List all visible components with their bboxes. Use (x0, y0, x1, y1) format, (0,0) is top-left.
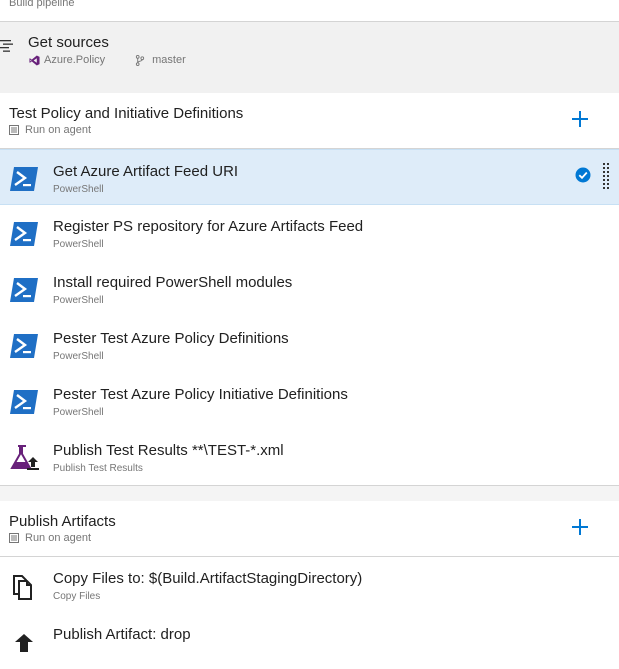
task-type: PowerShell (53, 351, 104, 362)
drag-handle-icon[interactable] (602, 162, 610, 192)
source-control-icon (0, 40, 13, 52)
copy-files-icon (13, 575, 32, 600)
get-sources-item[interactable]: Get sources Azure.Policy master (0, 21, 619, 93)
branch-name: master (152, 54, 186, 66)
powershell-icon (10, 334, 38, 358)
powershell-icon (10, 278, 38, 302)
powershell-icon (10, 390, 38, 414)
task-name: Install required PowerShell modules (53, 274, 293, 291)
phase-subtitle: Run on agent (25, 124, 92, 136)
get-sources-title: Get sources (28, 34, 109, 51)
task-pester-initiative-definitions[interactable]: Pester Test Azure Policy Initiative Defi… (0, 373, 619, 429)
pipeline-label: Build pipeline (9, 0, 75, 9)
task-register-ps-repository[interactable]: Register PS repository for Azure Artifac… (0, 205, 619, 261)
agent-icon (9, 125, 19, 135)
task-type: PowerShell (53, 239, 104, 250)
task-publish-artifact[interactable]: Publish Artifact: drop (0, 613, 619, 669)
phase-subtitle: Run on agent (25, 532, 92, 544)
phase-title: Test Policy and Initiative Definitions (9, 105, 244, 122)
repository-name: Azure.Policy (44, 54, 106, 66)
task-type: PowerShell (53, 295, 104, 306)
agent-icon (9, 533, 19, 543)
branch-icon (136, 54, 145, 66)
task-type: PowerShell (53, 407, 104, 418)
phase-publish-artifacts[interactable]: Publish Artifacts Run on agent (0, 501, 619, 556)
task-type: PowerShell (53, 184, 104, 195)
flask-upload-icon (10, 445, 39, 470)
task-install-powershell-modules[interactable]: Install required PowerShell modules Powe… (0, 261, 619, 317)
task-type: Publish Test Results (53, 463, 143, 474)
phase-title: Publish Artifacts (9, 513, 116, 530)
phase-test-policy[interactable]: Test Policy and Initiative Definitions R… (0, 93, 619, 148)
task-name: Publish Test Results **\TEST-*.xml (53, 442, 284, 459)
task-copy-files[interactable]: Copy Files to: $(Build.ArtifactStagingDi… (0, 557, 619, 613)
powershell-icon (10, 222, 38, 246)
task-publish-test-results[interactable]: Publish Test Results **\TEST-*.xml Publi… (0, 429, 619, 485)
checkmark-icon[interactable] (575, 167, 591, 183)
task-name: Register PS repository for Azure Artifac… (53, 218, 364, 235)
powershell-icon (10, 167, 38, 191)
task-name: Publish Artifact: drop (53, 626, 191, 643)
task-name: Pester Test Azure Policy Definitions (53, 330, 289, 347)
add-task-button[interactable] (570, 517, 590, 537)
add-task-button[interactable] (570, 109, 590, 129)
task-get-azure-artifact-feed-uri[interactable]: Get Azure Artifact Feed URI PowerShell (0, 149, 619, 205)
task-name: Pester Test Azure Policy Initiative Defi… (53, 386, 348, 403)
task-pester-policy-definitions[interactable]: Pester Test Azure Policy Definitions Pow… (0, 317, 619, 373)
task-name: Copy Files to: $(Build.ArtifactStagingDi… (53, 570, 363, 587)
task-type: Copy Files (53, 591, 101, 602)
task-name: Get Azure Artifact Feed URI (53, 163, 239, 180)
visual-studio-icon (29, 54, 40, 66)
phase-separator (0, 486, 619, 501)
upload-icon (15, 634, 33, 652)
